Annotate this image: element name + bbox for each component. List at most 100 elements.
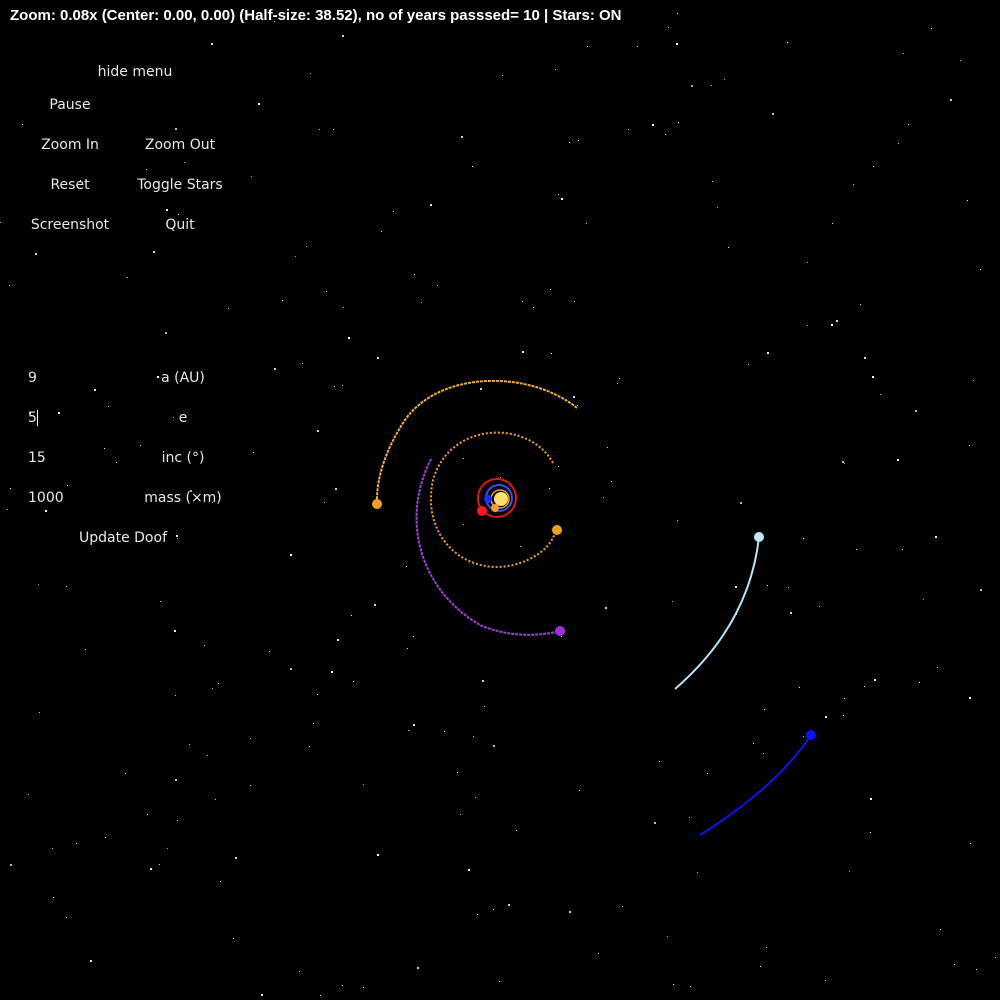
planet-orange-inner <box>552 525 562 535</box>
inclination-input[interactable]: 15 <box>28 449 46 467</box>
star <box>493 909 494 910</box>
star <box>127 277 128 278</box>
star <box>377 854 379 856</box>
star <box>819 606 820 607</box>
star <box>728 247 729 248</box>
star <box>652 124 654 126</box>
star <box>940 929 941 930</box>
star <box>872 376 874 378</box>
zoom-out-button[interactable]: Zoom Out <box>145 136 215 154</box>
star <box>787 42 788 43</box>
orbit-trail-purple <box>415 458 561 636</box>
star <box>463 458 464 459</box>
star <box>864 686 865 687</box>
star <box>146 169 147 170</box>
star <box>35 253 37 255</box>
star <box>295 256 296 257</box>
planet-orange-outer <box>372 499 382 509</box>
toggle-stars-button[interactable]: Toggle Stars <box>137 176 222 194</box>
star <box>207 755 208 756</box>
star <box>690 986 691 987</box>
star <box>184 162 185 163</box>
star <box>348 337 350 339</box>
star <box>326 291 327 292</box>
star <box>125 773 126 774</box>
star <box>807 325 808 326</box>
star <box>317 430 319 432</box>
star <box>579 790 580 791</box>
star <box>258 103 260 105</box>
star <box>919 682 920 683</box>
star <box>697 872 698 873</box>
star <box>39 712 40 713</box>
star <box>473 736 474 737</box>
star <box>908 124 909 125</box>
star <box>9 285 10 286</box>
star <box>967 200 968 201</box>
update-doof-button[interactable]: Update Doof <box>79 529 167 547</box>
star <box>177 820 178 821</box>
hide-menu-button[interactable]: hide menu <box>98 63 173 81</box>
star <box>363 987 364 988</box>
star <box>10 488 11 489</box>
star <box>843 715 844 716</box>
star <box>976 969 977 970</box>
star <box>66 586 67 587</box>
screenshot-button[interactable]: Screenshot <box>31 216 109 234</box>
star <box>832 223 833 224</box>
star <box>677 13 678 14</box>
zoom-in-button[interactable]: Zoom In <box>41 136 99 154</box>
star <box>691 85 693 87</box>
star <box>772 113 774 115</box>
star <box>788 587 789 588</box>
reset-button[interactable]: Reset <box>50 176 89 194</box>
star <box>873 166 874 167</box>
star <box>176 535 178 537</box>
star <box>45 510 47 512</box>
star <box>437 285 438 286</box>
star <box>676 43 678 45</box>
mass-input[interactable]: 1000 <box>28 489 64 507</box>
star <box>980 269 981 270</box>
star <box>215 799 216 800</box>
star <box>204 645 205 646</box>
inner-planet-red <box>477 506 487 516</box>
star <box>853 184 854 185</box>
star <box>211 43 213 45</box>
star <box>475 797 476 798</box>
star <box>282 300 283 301</box>
star <box>767 585 768 586</box>
star <box>461 136 463 138</box>
star <box>712 181 713 182</box>
pause-button[interactable]: Pause <box>49 96 90 114</box>
star <box>598 953 599 954</box>
semimajor-axis-input[interactable]: 9 <box>28 369 37 387</box>
star <box>153 251 155 253</box>
sun <box>494 492 508 506</box>
star <box>760 966 761 967</box>
star <box>166 209 168 211</box>
star <box>764 709 765 710</box>
star <box>251 176 252 177</box>
star <box>668 27 669 28</box>
star <box>310 73 311 74</box>
star <box>85 649 86 650</box>
star <box>550 289 551 290</box>
star <box>457 772 458 773</box>
eccentricity-input[interactable]: 5 <box>28 409 37 427</box>
star <box>935 536 937 538</box>
orbit-trail-orange-outer <box>375 379 578 505</box>
quit-button[interactable]: Quit <box>165 216 194 234</box>
star <box>58 412 60 414</box>
star <box>274 368 276 370</box>
semimajor-axis-label: a (AU) <box>161 370 205 386</box>
star <box>363 784 364 785</box>
star <box>22 124 23 125</box>
star <box>290 668 292 670</box>
star <box>460 814 461 815</box>
inclination-label: inc (°) <box>161 450 205 466</box>
star <box>870 798 872 800</box>
star <box>250 785 251 786</box>
star <box>807 262 808 263</box>
star <box>413 636 414 637</box>
